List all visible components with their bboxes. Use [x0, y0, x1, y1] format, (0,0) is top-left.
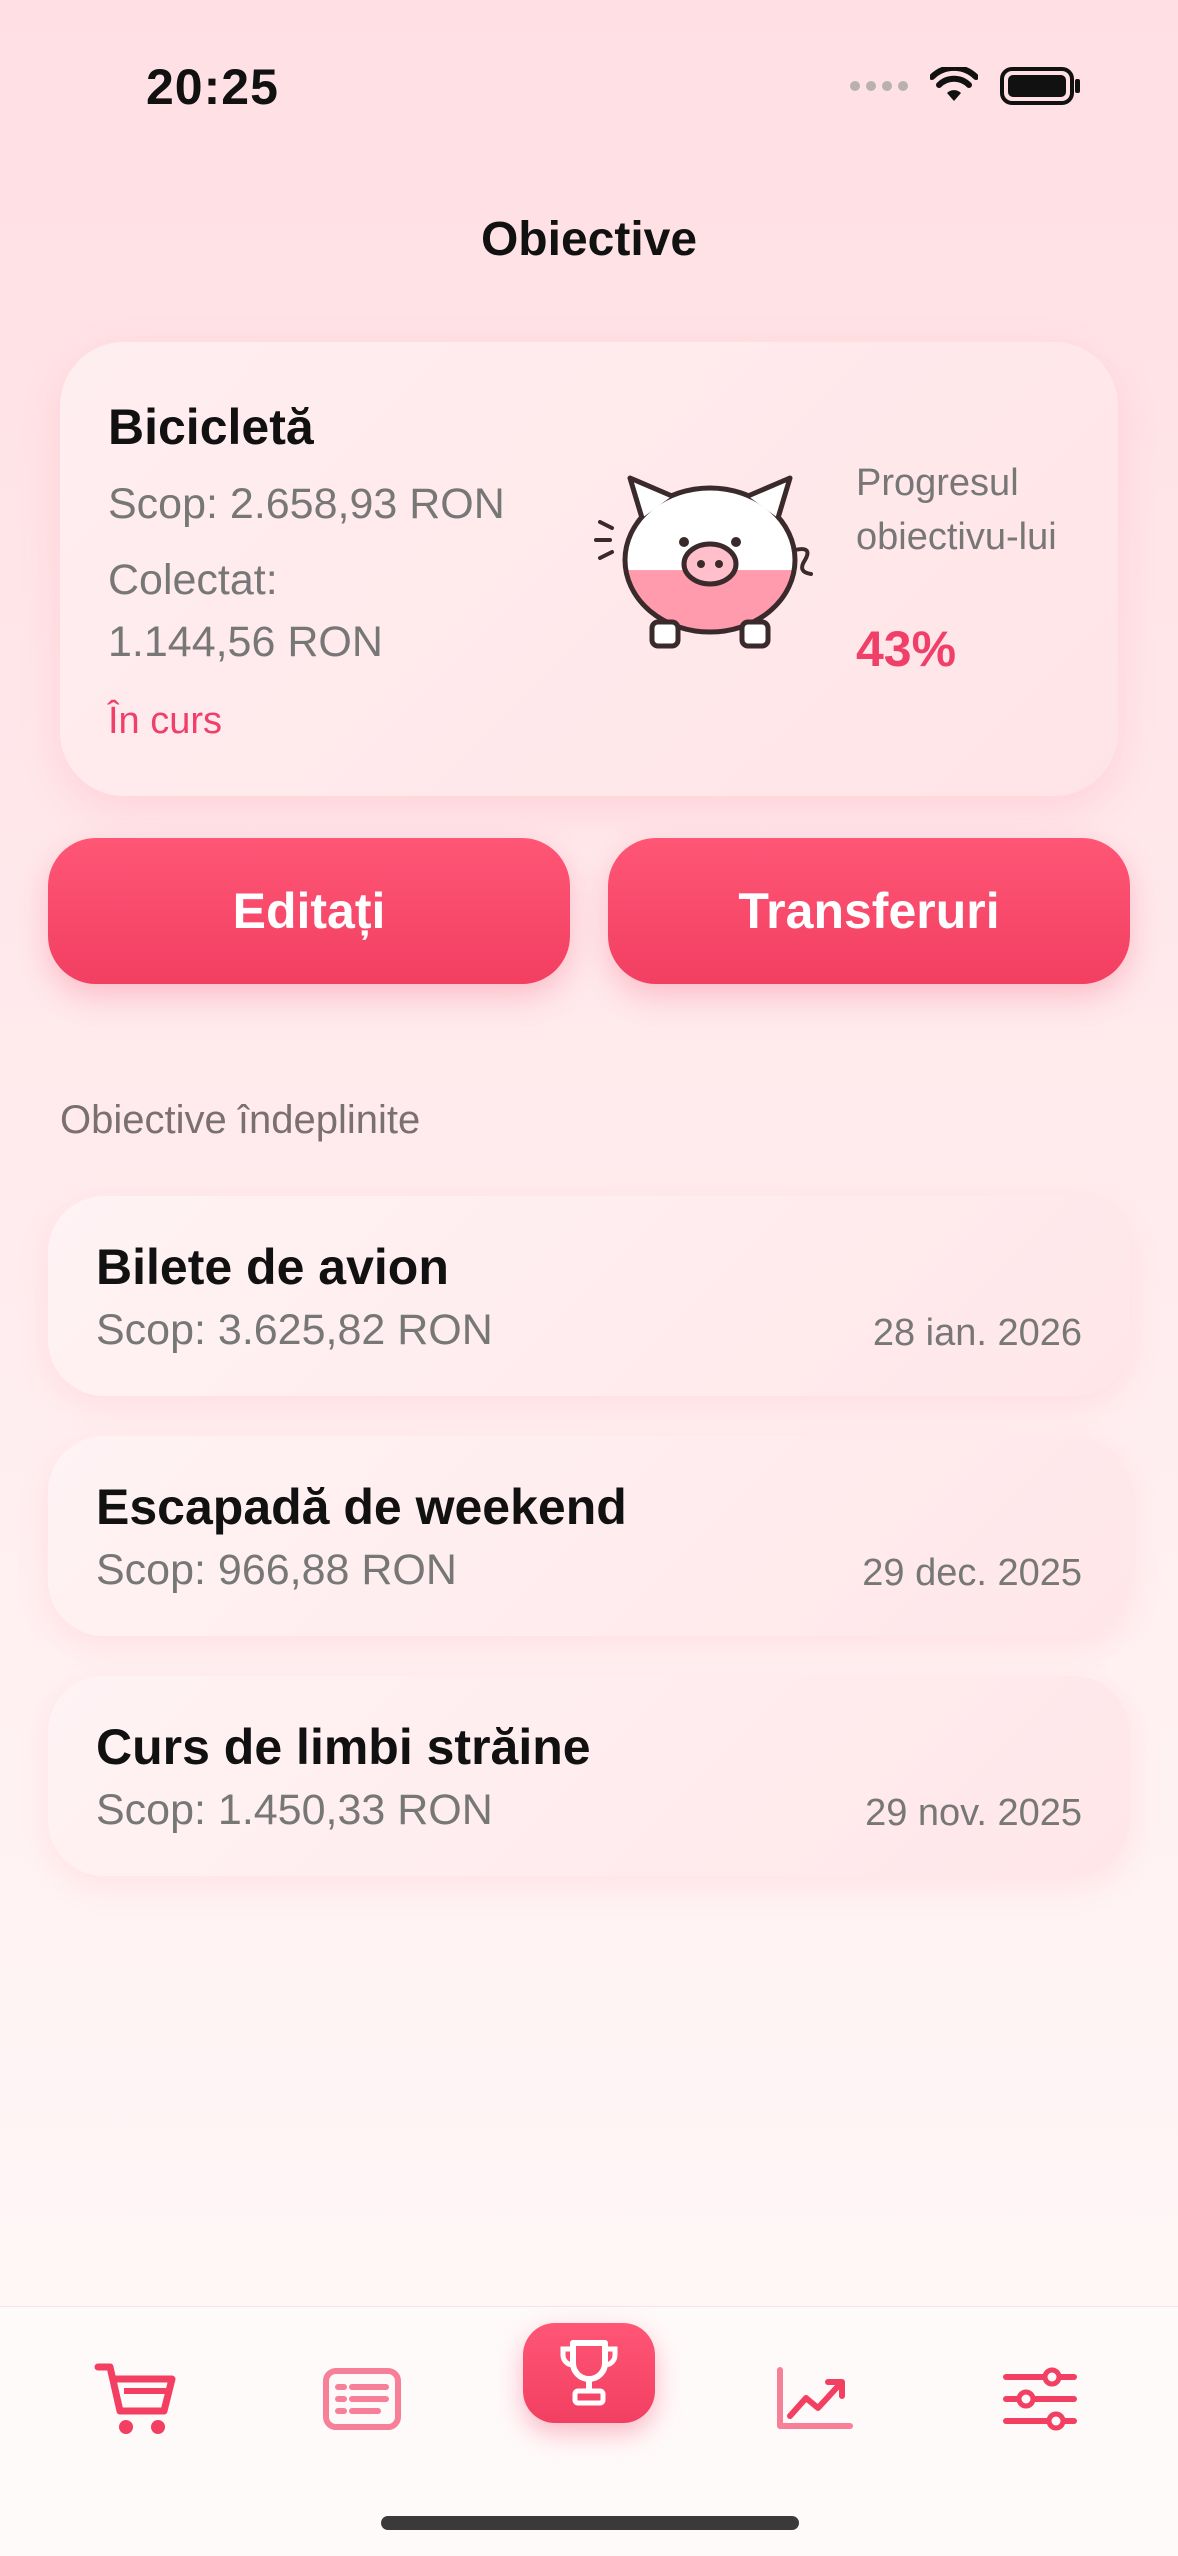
completed-goal-target: Scop: 3.625,82 RON	[96, 1306, 493, 1354]
cellular-signal-icon	[850, 81, 908, 91]
goal-name: Bicicletă	[108, 399, 314, 455]
completed-goal-target: Scop: 966,88 RON	[96, 1546, 457, 1594]
status-icons	[850, 66, 1082, 106]
goal-status: În curs	[108, 700, 223, 742]
battery-icon	[1000, 67, 1080, 105]
completed-goal-name: Bilete de avion	[96, 1239, 449, 1295]
trophy-icon	[560, 2340, 618, 2406]
completed-goal-date: 28 ian. 2026	[872, 1312, 1082, 1354]
tab-settings[interactable]	[990, 2349, 1090, 2449]
piggy-bank-icon	[594, 475, 813, 649]
goal-collected-label: Colectat:	[108, 556, 278, 604]
page-title: Obiective	[480, 213, 698, 266]
home-indicator[interactable]	[381, 2516, 799, 2530]
completed-goal-name: Curs de limbi străine	[96, 1719, 591, 1775]
sliders-icon	[1003, 2367, 1077, 2431]
goal-collected-value: 1.144,56 RON	[108, 618, 383, 666]
status-time: 20:25	[146, 59, 279, 115]
completed-section-title: Obiective îndeplinite	[60, 1098, 421, 1142]
list-icon	[323, 2368, 401, 2430]
wifi-icon	[930, 67, 978, 101]
edit-button[interactable]: Editați	[48, 838, 570, 984]
tab-list[interactable]	[312, 2349, 412, 2449]
progress-value: 43%	[856, 621, 957, 677]
completed-goal-name: Escapadă de weekend	[96, 1479, 627, 1535]
completed-goal-card[interactable]: Escapadă de weekend Scop: 966,88 RON 29 …	[48, 1436, 1130, 1636]
cart-icon	[94, 2363, 176, 2434]
tab-cart[interactable]	[86, 2349, 186, 2449]
transfers-button[interactable]: Transferuri	[608, 838, 1130, 984]
completed-goal-card[interactable]: Curs de limbi străine Scop: 1.450,33 RON…	[48, 1676, 1130, 1876]
current-goal-card[interactable]: Bicicletă Scop: 2.658,93 RON Colectat: 1…	[60, 342, 1118, 796]
goal-target: Scop: 2.658,93 RON	[108, 480, 505, 528]
chart-icon	[777, 2367, 853, 2429]
completed-goal-card[interactable]: Bilete de avion Scop: 3.625,82 RON 28 ia…	[48, 1196, 1130, 1396]
progress-label: Progresul obiectivu-lui	[856, 462, 1057, 558]
completed-goal-date: 29 dec. 2025	[862, 1552, 1082, 1594]
completed-goal-date: 29 nov. 2025	[865, 1792, 1082, 1834]
completed-goal-target: Scop: 1.450,33 RON	[96, 1786, 493, 1834]
status-bar: 20:25	[0, 0, 1178, 170]
tab-goals[interactable]	[523, 2323, 655, 2423]
tab-statistics[interactable]	[764, 2349, 864, 2449]
